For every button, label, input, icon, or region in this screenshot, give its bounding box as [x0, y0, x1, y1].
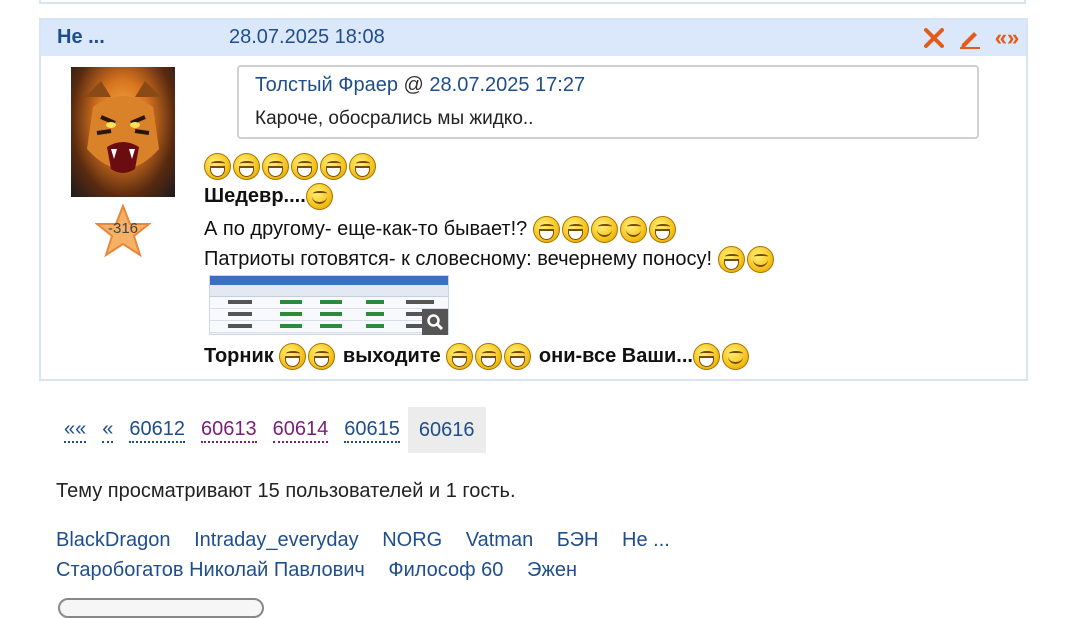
viewers-count-text: Тему просматривают 15 пользователей и 1 …: [56, 480, 516, 502]
user-link[interactable]: Не ...: [622, 529, 670, 551]
smiley-icon: [233, 153, 260, 180]
edit-pencil-icon[interactable]: [957, 24, 983, 52]
user-link[interactable]: Vatman: [466, 529, 533, 551]
wink-smiley-icon: [590, 216, 618, 243]
message-text: выходите: [342, 345, 441, 367]
message-line: Патриоты готовятся- к словесному: вечерн…: [204, 246, 776, 273]
user-link[interactable]: БЭН: [557, 529, 599, 551]
page-first-link[interactable]: ««: [64, 417, 87, 443]
wink-smiley-icon: [746, 246, 774, 273]
wink-smiley-icon: [721, 343, 749, 370]
smiley-icon: [262, 153, 289, 180]
user-link[interactable]: Intraday_everyday: [194, 529, 359, 551]
user-link[interactable]: Эжен: [527, 559, 577, 581]
smiley-icon: [692, 343, 720, 370]
user-link[interactable]: BlackDragon: [56, 529, 171, 551]
message-line: Торник выходите они-все Ваши...: [204, 343, 751, 370]
pagination: «« « 60612 60613 60614 60615 60616: [56, 407, 486, 453]
message-text: они-все Ваши...: [538, 345, 693, 367]
previous-post-frame: [39, 0, 1026, 4]
smiley-icon: [279, 343, 307, 370]
smiley-icon: [504, 343, 532, 370]
zoom-magnifier-icon[interactable]: [422, 309, 448, 335]
quote-author-link[interactable]: Толстый Фраер: [255, 74, 398, 96]
message-line: Шедевр....: [204, 183, 335, 210]
post-date[interactable]: 28.07.2025 18:08: [229, 26, 385, 49]
quote-icon[interactable]: «»: [993, 24, 1021, 52]
smiley-icon: [446, 343, 474, 370]
smiley-icon: [561, 216, 589, 243]
message-text: А по другому- еще-как-то бывает!?: [204, 218, 528, 240]
smiley-icon: [291, 153, 318, 180]
quote-block: Толстый Фраер @ 28.07.2025 17:27 Кароче,…: [237, 65, 979, 139]
delete-icon[interactable]: [921, 24, 947, 52]
online-users-list: BlackDragon Intraday_everyday NORG Vatma…: [56, 525, 736, 585]
dizzy-smiley-icon: [619, 216, 647, 243]
message-text: Патриоты готовятся- к словесному: вечерн…: [204, 248, 713, 270]
message-line: А по другому- еще-как-то бывает!?: [204, 216, 678, 243]
quote-text: Кароче, обосрались мы жидко..: [255, 108, 534, 129]
page-prev-link[interactable]: «: [102, 417, 114, 443]
smiley-icon: [717, 246, 745, 273]
smiley-row: [204, 153, 378, 180]
quote-date-link[interactable]: 28.07.2025 17:27: [429, 74, 585, 96]
user-link[interactable]: NORG: [382, 529, 442, 551]
post-header: Не ... 28.07.2025 18:08 «»: [41, 20, 1026, 56]
message-text: Шедевр....: [204, 185, 306, 207]
bottom-button[interactable]: [58, 598, 264, 618]
user-avatar[interactable]: [71, 67, 175, 197]
page-link[interactable]: 60614: [272, 417, 329, 443]
wink-smiley-icon: [305, 183, 333, 210]
attached-image-thumbnail[interactable]: [209, 275, 449, 335]
page-current: 60616: [407, 407, 486, 453]
smiley-icon: [532, 216, 560, 243]
forum-post: Не ... 28.07.2025 18:08 «» -316 Толстый …: [39, 18, 1028, 381]
user-rating: -316: [107, 220, 139, 237]
page-link[interactable]: 60613: [201, 417, 257, 443]
quote-at: @: [397, 74, 430, 96]
page-link[interactable]: 60612: [129, 417, 185, 443]
smiley-icon: [308, 343, 336, 370]
smiley-icon: [475, 343, 503, 370]
user-link[interactable]: Старобогатов Николай Павлович: [56, 559, 365, 581]
clapping-smiley-icon: [648, 216, 676, 243]
message-text: Торник: [204, 345, 274, 367]
smiley-icon: [204, 153, 231, 180]
user-link[interactable]: Философ 60: [388, 559, 503, 581]
post-author-link[interactable]: Не ...: [57, 26, 105, 49]
page-link[interactable]: 60615: [344, 417, 400, 443]
smiley-icon: [320, 153, 347, 180]
smiley-icon: [349, 153, 376, 180]
